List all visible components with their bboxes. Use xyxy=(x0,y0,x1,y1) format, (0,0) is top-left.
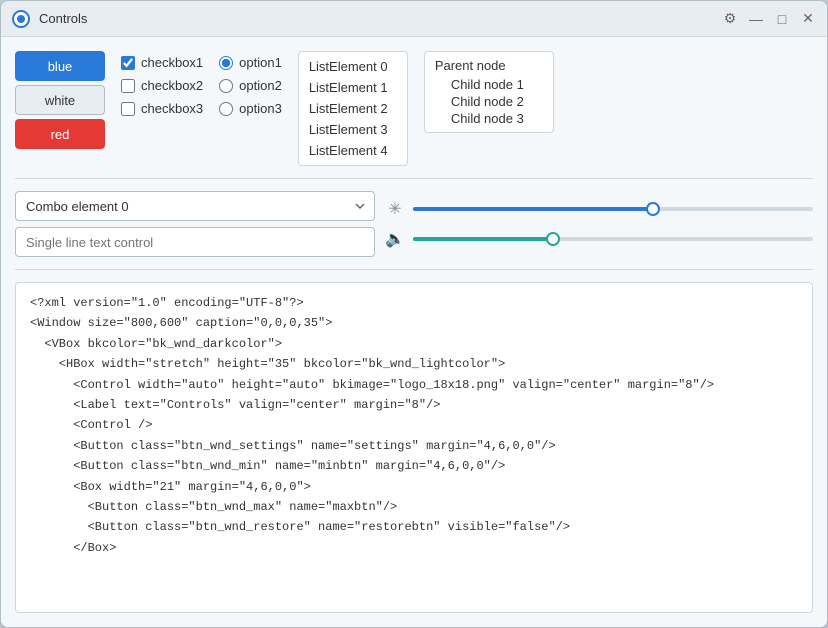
main-window: Controls ⚙ — □ ✕ blue white red checkbox… xyxy=(0,0,828,628)
combo-select[interactable]: Combo element 0 Combo element 1 Combo el… xyxy=(15,191,375,221)
code-line: <Label text="Controls" valign="center" m… xyxy=(30,395,798,415)
maximize-button[interactable]: □ xyxy=(773,10,791,28)
blue-button[interactable]: blue xyxy=(15,51,105,81)
checkbox2-item[interactable]: checkbox2 xyxy=(121,78,203,93)
main-content: blue white red checkbox1 checkbox2 check… xyxy=(1,37,827,627)
minimize-button[interactable]: — xyxy=(747,10,765,28)
top-section: blue white red checkbox1 checkbox2 check… xyxy=(15,51,813,166)
code-line: <Box width="21" margin="4,6,0,0"> xyxy=(30,477,798,497)
sliders-section: ✳ 🔈 xyxy=(385,197,813,251)
tree-panel: Parent node Child node 1 Child node 2 Ch… xyxy=(424,51,554,133)
code-line: <Control width="auto" height="auto" bkim… xyxy=(30,375,798,395)
slider-row-1: ✳ xyxy=(385,199,813,219)
brightness-icon: ✳ xyxy=(385,199,405,219)
code-line: <Control /> xyxy=(30,415,798,435)
window-controls: ⚙ — □ ✕ xyxy=(721,10,817,28)
code-line: <VBox bkcolor="bk_wnd_darkcolor"> xyxy=(30,334,798,354)
code-line: </Box> xyxy=(30,538,798,558)
radio2-label: option2 xyxy=(239,78,282,93)
text-input[interactable] xyxy=(15,227,375,257)
slider-1-fill xyxy=(413,207,653,211)
radio1-label: option1 xyxy=(239,55,282,70)
list-item[interactable]: ListElement 0 xyxy=(299,56,407,77)
close-button[interactable]: ✕ xyxy=(799,10,817,28)
checkbox3-input[interactable] xyxy=(121,102,135,116)
white-button[interactable]: white xyxy=(15,85,105,115)
app-icon xyxy=(11,9,31,29)
checkbox3-label: checkbox3 xyxy=(141,101,203,116)
list-panel: ListElement 0 ListElement 1 ListElement … xyxy=(298,51,408,166)
radio2-input[interactable] xyxy=(219,79,233,93)
code-line: <Button class="btn_wnd_min" name="minbtn… xyxy=(30,456,798,476)
red-button[interactable]: red xyxy=(15,119,105,149)
radio2-item[interactable]: option2 xyxy=(219,78,282,93)
button-group: blue white red xyxy=(15,51,105,149)
settings-button[interactable]: ⚙ xyxy=(721,10,739,28)
list-item[interactable]: ListElement 3 xyxy=(299,119,407,140)
slider-2-thumb[interactable] xyxy=(546,232,560,246)
checkbox-group: checkbox1 checkbox2 checkbox3 xyxy=(121,51,203,116)
tree-child-2[interactable]: Child node 2 xyxy=(435,94,543,109)
list-item[interactable]: ListElement 1 xyxy=(299,77,407,98)
combo-and-text: Combo element 0 Combo element 1 Combo el… xyxy=(15,191,375,257)
slider-row-2: 🔈 xyxy=(385,229,813,249)
checkbox1-label: checkbox1 xyxy=(141,55,203,70)
slider-2-fill xyxy=(413,237,553,241)
code-line: <Button class="btn_wnd_max" name="maxbtn… xyxy=(30,497,798,517)
checkbox2-label: checkbox2 xyxy=(141,78,203,93)
code-section: <?xml version="1.0" encoding="UTF-8"?> <… xyxy=(15,282,813,613)
tree-parent-node: Parent node xyxy=(435,58,543,73)
volume-icon: 🔈 xyxy=(385,229,405,249)
middle-section: Combo element 0 Combo element 1 Combo el… xyxy=(15,191,813,257)
radio1-input[interactable] xyxy=(219,56,233,70)
slider-1-thumb[interactable] xyxy=(646,202,660,216)
code-line: <?xml version="1.0" encoding="UTF-8"?> xyxy=(30,293,798,313)
checkbox3-item[interactable]: checkbox3 xyxy=(121,101,203,116)
slider-2-track[interactable] xyxy=(413,237,813,241)
window-title: Controls xyxy=(39,11,721,26)
slider-1-track[interactable] xyxy=(413,207,813,211)
radio3-input[interactable] xyxy=(219,102,233,116)
checkbox1-item[interactable]: checkbox1 xyxy=(121,55,203,70)
radio3-item[interactable]: option3 xyxy=(219,101,282,116)
tree-child-3[interactable]: Child node 3 xyxy=(435,111,543,126)
code-line: <HBox width="stretch" height="35" bkcolo… xyxy=(30,354,798,374)
code-line: <Window size="800,600" caption="0,0,0,35… xyxy=(30,313,798,333)
titlebar: Controls ⚙ — □ ✕ xyxy=(1,1,827,37)
list-item[interactable]: ListElement 4 xyxy=(299,140,407,161)
divider-1 xyxy=(15,178,813,179)
divider-2 xyxy=(15,269,813,270)
radio1-item[interactable]: option1 xyxy=(219,55,282,70)
radio3-label: option3 xyxy=(239,101,282,116)
checkbox1-input[interactable] xyxy=(121,56,135,70)
code-line: <Button class="btn_wnd_restore" name="re… xyxy=(30,517,798,537)
code-line: <Button class="btn_wnd_settings" name="s… xyxy=(30,436,798,456)
checkbox2-input[interactable] xyxy=(121,79,135,93)
tree-child-1[interactable]: Child node 1 xyxy=(435,77,543,92)
radio-group: option1 option2 option3 xyxy=(219,51,282,116)
list-item[interactable]: ListElement 2 xyxy=(299,98,407,119)
